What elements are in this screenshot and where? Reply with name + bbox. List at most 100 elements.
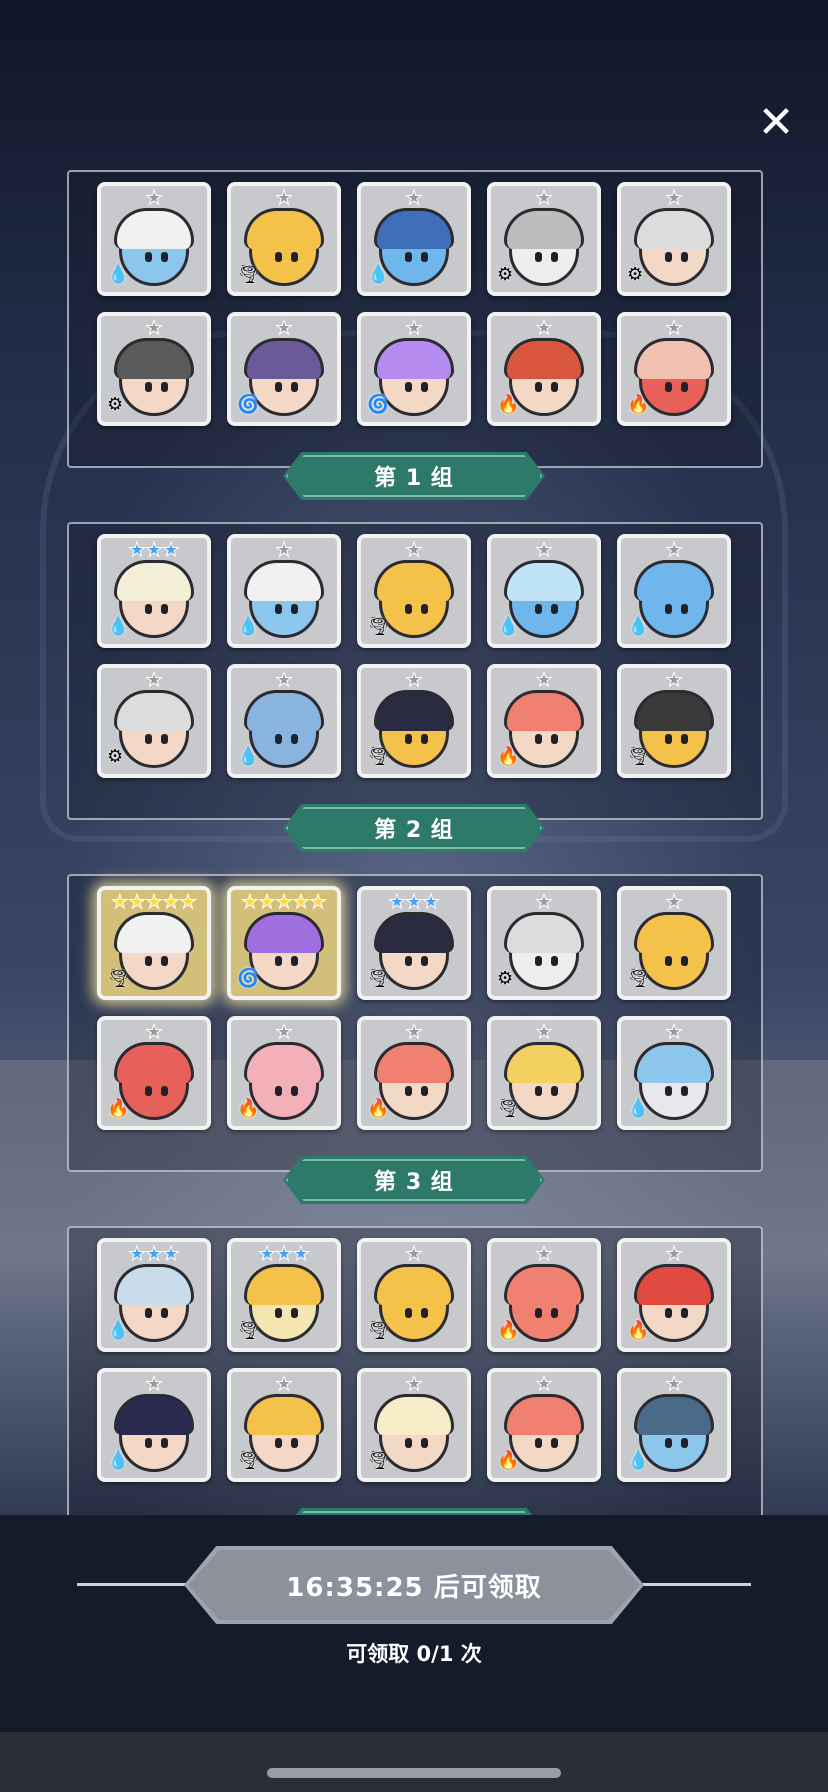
- star-rating: ★: [275, 539, 293, 561]
- hero-eye: [665, 956, 672, 966]
- earth-element-icon: 🌪: [367, 1320, 390, 1341]
- hero-eye: [145, 956, 152, 966]
- hero-card[interactable]: ★ 🌪: [357, 1368, 471, 1482]
- hero-card[interactable]: ★★★ 🌪: [227, 1238, 341, 1352]
- hero-card[interactable]: ★ 🔥: [357, 1016, 471, 1130]
- divider-right: [641, 1583, 751, 1586]
- hero-card[interactable]: ★ 🌪: [617, 886, 731, 1000]
- star-rating: ★: [405, 187, 423, 209]
- star-rating: ★: [665, 187, 683, 209]
- light-element-icon: ⚙: [627, 264, 644, 285]
- light-element-icon: ⚙: [107, 394, 124, 415]
- star-rating: ★: [665, 539, 683, 561]
- hero-hair: [374, 338, 454, 379]
- hero-card[interactable]: ★ ⚙: [617, 182, 731, 296]
- hero-hair: [634, 912, 714, 953]
- hero-card[interactable]: ★★★ 🌪: [357, 886, 471, 1000]
- hero-card[interactable]: ★ ⚙: [487, 182, 601, 296]
- hero-eye: [161, 382, 168, 392]
- hero-eye: [145, 1308, 152, 1318]
- hero-card[interactable]: ★ 🔥: [97, 1016, 211, 1130]
- hero-card[interactable]: ★★★ 💧: [97, 534, 211, 648]
- hero-hair: [634, 1394, 714, 1435]
- hero-eye: [665, 1438, 672, 1448]
- hero-card[interactable]: ★ 🌪: [617, 664, 731, 778]
- star-rating: ★: [665, 1021, 683, 1043]
- close-icon[interactable]: ✕: [754, 97, 798, 148]
- star-rating: ★: [405, 1021, 423, 1043]
- hero-hair: [114, 338, 194, 379]
- hero-hair: [374, 208, 454, 249]
- hero-eye: [535, 734, 542, 744]
- hero-card[interactable]: ★ 🌪: [227, 182, 341, 296]
- earth-element-icon: 🌪: [367, 1450, 390, 1471]
- star-rating: ★★★: [258, 1243, 310, 1265]
- hero-card[interactable]: ★ 💧: [487, 534, 601, 648]
- hero-card[interactable]: ★ 💧: [617, 1368, 731, 1482]
- hero-card[interactable]: ★ 🔥: [617, 312, 731, 426]
- hero-card[interactable]: ★ 🌪: [487, 1016, 601, 1130]
- earth-element-icon: 🌪: [627, 968, 650, 989]
- hero-eye: [421, 1438, 428, 1448]
- hero-card[interactable]: ★ 🌪: [357, 1238, 471, 1352]
- hero-card[interactable]: ★ 💧: [617, 1016, 731, 1130]
- hero-card[interactable]: ★ 🔥: [487, 312, 601, 426]
- star-rating: ★★★: [128, 1243, 180, 1265]
- claim-timer-button[interactable]: 16:35:25 后可领取: [184, 1546, 644, 1624]
- hero-card[interactable]: ★ 🔥: [617, 1238, 731, 1352]
- hero-eye: [145, 734, 152, 744]
- hero-eye: [665, 252, 672, 262]
- hero-eye: [681, 1308, 688, 1318]
- hero-card[interactable]: ★ ⚙: [487, 886, 601, 1000]
- hero-card[interactable]: ★ 🌀: [227, 312, 341, 426]
- hero-card[interactable]: ★ 🌪: [227, 1368, 341, 1482]
- earth-element-icon: 🌪: [107, 968, 130, 989]
- hero-eye: [551, 1086, 558, 1096]
- hero-card[interactable]: ★★★★★ 🌀: [227, 886, 341, 1000]
- group-list[interactable]: ★ 💧 ★ 🌪 ★ 💧 ★ ⚙ ★ ⚙ ★ ⚙ ★ 🌀 ★ 🌀 ★ 🔥 ★ 🔥 第 1 组 ★★★ 💧 ★ 💧 ★ 🌪 ★ 💧 ★ 💧 ★ ⚙ ★…: [0, 170, 828, 1515]
- fire-element-icon: 🔥: [497, 746, 520, 767]
- water-element-icon: 💧: [107, 1450, 130, 1471]
- hero-card[interactable]: ★ 💧: [617, 534, 731, 648]
- hero-card[interactable]: ★ 🔥: [487, 1238, 601, 1352]
- hero-card[interactable]: ★ 🔥: [487, 664, 601, 778]
- hero-card[interactable]: ★ 🌪: [357, 664, 471, 778]
- hero-card[interactable]: ★ ⚙: [97, 312, 211, 426]
- hero-eye: [275, 1086, 282, 1096]
- hero-hair: [374, 1394, 454, 1435]
- hero-hair: [504, 1042, 584, 1083]
- hero-card[interactable]: ★ 💧: [97, 182, 211, 296]
- hero-eye: [145, 604, 152, 614]
- earth-element-icon: 🌪: [627, 746, 650, 767]
- hero-card[interactable]: ★ 💧: [227, 664, 341, 778]
- group-label-text: 第 2 组: [374, 818, 454, 843]
- hero-hair: [244, 1042, 324, 1083]
- hero-card[interactable]: ★ 🔥: [487, 1368, 601, 1482]
- hero-card[interactable]: ★★★★★ 🌪: [97, 886, 211, 1000]
- hero-eye: [421, 252, 428, 262]
- hero-card[interactable]: ★★★ 💧: [97, 1238, 211, 1352]
- hero-card[interactable]: ★ 🔥: [227, 1016, 341, 1130]
- hero-card[interactable]: ★ 💧: [97, 1368, 211, 1482]
- hero-eye: [551, 382, 558, 392]
- hero-eye: [421, 382, 428, 392]
- group-panel: ★★★★★ 🌪 ★★★★★ 🌀 ★★★ 🌪 ★ ⚙ ★ 🌪 ★ 🔥 ★ 🔥 ★ 🔥 ★ 🌪 ★ 💧: [67, 874, 763, 1172]
- hero-hair: [634, 1042, 714, 1083]
- home-indicator[interactable]: [267, 1768, 561, 1778]
- group-label: 第 1 组: [283, 452, 545, 500]
- hero-eye: [681, 252, 688, 262]
- hero-card[interactable]: ★ 💧: [227, 534, 341, 648]
- light-element-icon: ⚙: [107, 746, 124, 767]
- hero-card[interactable]: ★ 🌀: [357, 312, 471, 426]
- star-rating: ★: [535, 669, 553, 691]
- hero-card[interactable]: ★ 💧: [357, 182, 471, 296]
- hero-hair: [504, 560, 584, 601]
- hero-card[interactable]: ★ 🌪: [357, 534, 471, 648]
- light-element-icon: ⚙: [497, 968, 514, 989]
- hero-card[interactable]: ★ ⚙: [97, 664, 211, 778]
- hero-hair: [244, 912, 324, 953]
- fire-element-icon: 🔥: [497, 394, 520, 415]
- hero-eye: [275, 1308, 282, 1318]
- hero-eye: [145, 252, 152, 262]
- water-element-icon: 💧: [627, 1098, 650, 1119]
